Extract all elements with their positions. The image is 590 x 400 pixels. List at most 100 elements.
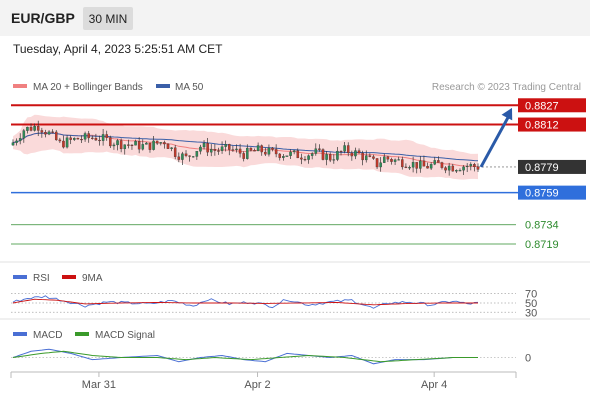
legend-swatch-ma50 xyxy=(156,84,170,88)
legend-label-macd-signal: MACD Signal xyxy=(95,330,155,341)
candle-down xyxy=(321,149,325,160)
symbol-label: EUR/GBP xyxy=(11,10,75,26)
candle-down xyxy=(137,141,141,150)
timeframe-label: 30 MIN xyxy=(89,12,128,26)
candle-up xyxy=(447,165,451,171)
candle-down xyxy=(69,137,72,140)
candle-up xyxy=(11,142,15,146)
candle-up xyxy=(83,133,87,140)
legend-swatch-rsi xyxy=(13,275,27,279)
candle-down xyxy=(278,153,282,158)
candle-down xyxy=(177,156,181,160)
candle-up xyxy=(469,164,473,167)
candle-up xyxy=(170,147,173,149)
candle-up xyxy=(159,142,163,144)
candle-up xyxy=(314,148,318,154)
candle-down xyxy=(339,150,343,153)
legend-swatch-ma20 xyxy=(13,84,27,88)
candle-up xyxy=(336,150,339,160)
candle-up xyxy=(343,145,346,152)
candle-down xyxy=(155,140,159,144)
candle-down xyxy=(386,156,390,160)
candle-down xyxy=(206,143,209,153)
macd-panel: 0 xyxy=(11,348,531,365)
candle-up xyxy=(285,155,289,157)
rsi-level-label: 30 xyxy=(525,307,537,319)
candle-up xyxy=(393,159,397,162)
candle-down xyxy=(361,152,364,161)
candle-down xyxy=(401,159,404,168)
candle-down xyxy=(51,131,54,133)
candle-down xyxy=(249,147,253,151)
candle-down xyxy=(296,150,300,159)
candle-up xyxy=(282,156,285,158)
candle-up xyxy=(141,144,145,150)
candle-down xyxy=(62,140,65,148)
candle-down xyxy=(44,132,47,135)
candle-down xyxy=(274,149,278,155)
candle-down xyxy=(217,150,220,152)
candle-up xyxy=(433,160,437,165)
candle-up xyxy=(332,159,336,161)
candle-up xyxy=(47,131,51,135)
candle-down xyxy=(148,142,152,150)
candle-up xyxy=(289,151,292,156)
x-tick-label: Apr 4 xyxy=(421,379,447,391)
candle-up xyxy=(224,144,227,147)
legend-swatch-macd-signal xyxy=(75,332,89,336)
candle-up xyxy=(22,130,26,139)
candle-up xyxy=(195,151,199,157)
legend-label-ma50: MA 50 xyxy=(175,82,204,93)
x-tick-label: Apr 2 xyxy=(244,379,270,391)
legend-label-rsi-ma: 9MA xyxy=(82,273,103,284)
level-label: 0.8827 xyxy=(525,100,559,112)
candle-down xyxy=(58,139,62,142)
level-labels: 0.8827 0.8812 0.8779 0.8759 0.8734 0.8719 xyxy=(518,98,586,251)
forecast-arrow-shaft xyxy=(479,113,512,168)
candle-up xyxy=(379,162,382,168)
candle-up xyxy=(220,146,224,151)
candle-down xyxy=(119,140,123,150)
candle-up xyxy=(18,138,22,142)
candle-down xyxy=(346,145,350,154)
attribution: Research © 2023 Trading Central xyxy=(432,82,581,93)
candle-down xyxy=(40,130,44,133)
level-label: 0.8779 xyxy=(525,162,559,174)
candle-down xyxy=(473,164,476,168)
candle-down xyxy=(271,147,274,150)
candle-down xyxy=(184,153,188,156)
level-label: 0.8734 xyxy=(525,220,559,232)
candle-down xyxy=(440,162,444,168)
macd-level-label: 0 xyxy=(525,353,531,365)
candle-up xyxy=(325,154,328,160)
rsi-line xyxy=(12,295,479,309)
candle-down xyxy=(264,151,267,155)
candle-down xyxy=(328,154,332,161)
candle-up xyxy=(73,137,76,140)
candle-up xyxy=(112,144,116,147)
candle-down xyxy=(350,152,354,157)
candle-up xyxy=(408,167,411,169)
candle-down xyxy=(98,139,101,142)
candle-up xyxy=(383,156,386,163)
candle-up xyxy=(123,144,127,150)
candle-up xyxy=(26,126,29,131)
candle-down xyxy=(213,149,217,151)
candle-up xyxy=(199,146,202,152)
forecast-arrow xyxy=(479,107,513,168)
candle-down xyxy=(422,160,426,167)
rsi-panel: 705030 xyxy=(11,289,537,319)
candle-up xyxy=(267,147,271,155)
candle-down xyxy=(451,165,455,172)
candle-up xyxy=(429,164,433,169)
x-axis-ticks: Mar 31 Apr 2 Apr 4 xyxy=(82,372,447,391)
candle-up xyxy=(15,140,18,143)
candle-up xyxy=(101,134,105,141)
candle-down xyxy=(91,137,94,139)
candle-down xyxy=(426,166,429,169)
candle-up xyxy=(411,162,415,168)
candle-down xyxy=(87,133,90,139)
legend-label-ma20: MA 20 + Bollinger Bands xyxy=(33,82,143,93)
candle-down xyxy=(76,137,80,140)
candle-up xyxy=(65,137,69,148)
